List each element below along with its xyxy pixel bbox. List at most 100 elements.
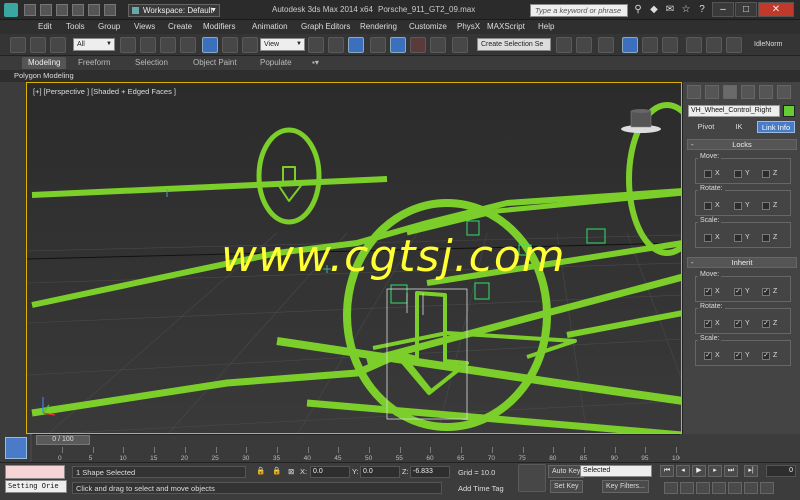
hierarchy-tab-icon[interactable] [723, 85, 737, 99]
save-file-icon[interactable] [56, 4, 68, 16]
rendered-frame-window-icon[interactable] [726, 37, 742, 53]
select-link-icon[interactable] [10, 37, 26, 53]
tab-modeling[interactable]: Modeling [22, 57, 67, 69]
play-icon[interactable]: ▶ [692, 465, 706, 477]
menu-physx[interactable]: PhysX [457, 22, 480, 31]
edit-named-selection-icon[interactable] [452, 37, 468, 53]
inherit-rotate-z-checkbox[interactable]: ✓ [762, 320, 770, 328]
tab-object-paint[interactable]: Object Paint [193, 57, 237, 69]
polygon-modeling-panel[interactable]: Polygon Modeling [14, 71, 74, 80]
menu-help[interactable]: Help [538, 22, 554, 31]
perspective-viewport[interactable]: [+] [Perspective ] [Shaded + Edged Faces… [26, 82, 682, 434]
minimize-button[interactable]: – [712, 2, 734, 17]
lock-rotate-z-checkbox[interactable] [762, 202, 770, 210]
favorites-icon[interactable]: ☆ [680, 4, 692, 16]
lock-move-x-checkbox[interactable] [704, 170, 712, 178]
key-mode-toggle-icon[interactable]: ▸| [744, 465, 758, 477]
maxscript-listener[interactable] [5, 465, 65, 479]
link-info-button[interactable]: Link Info [757, 121, 795, 133]
menu-customize[interactable]: Customize [409, 22, 447, 31]
field-of-view-icon[interactable] [712, 482, 726, 494]
absolute-mode-icon[interactable]: ⊠ [288, 467, 294, 476]
utilities-tab-icon[interactable] [777, 85, 791, 99]
lock-rotate-x-checkbox[interactable] [704, 202, 712, 210]
zoom-icon[interactable] [664, 482, 678, 494]
menu-create[interactable]: Create [168, 22, 192, 31]
y-coordinate-field[interactable]: 0.0 [360, 466, 400, 478]
next-frame-icon[interactable]: ▸ [708, 465, 722, 477]
maxscript-mini-field[interactable]: Setting Orie [5, 480, 67, 493]
inherit-move-y-checkbox[interactable]: ✓ [734, 288, 742, 296]
schematic-view-icon[interactable] [662, 37, 678, 53]
tab-selection[interactable]: Selection [135, 57, 168, 69]
zoom-extents-icon[interactable] [696, 482, 710, 494]
toggle-scene-explorer-icon[interactable] [598, 37, 614, 53]
lock-scale-x-checkbox[interactable] [704, 234, 712, 242]
lock-scale-y-checkbox[interactable] [734, 234, 742, 242]
menu-tools[interactable]: Tools [66, 22, 85, 31]
select-and-move-icon[interactable] [202, 37, 218, 53]
ik-button[interactable]: IK [727, 121, 751, 133]
redo-icon[interactable] [88, 4, 100, 16]
select-object-icon[interactable] [120, 37, 136, 53]
menu-animation[interactable]: Animation [252, 22, 288, 31]
help-icon[interactable]: ? [696, 4, 708, 16]
rectangular-selection-icon[interactable] [160, 37, 176, 53]
current-frame-field[interactable]: 0 [766, 465, 796, 477]
unlink-icon[interactable] [30, 37, 46, 53]
add-time-tag[interactable]: Add Time Tag [458, 484, 504, 493]
reference-coordinate-dropdown[interactable]: View ▼ [260, 38, 305, 51]
inherit-move-x-checkbox[interactable]: ✓ [704, 288, 712, 296]
isolate-icon[interactable]: 🔒 [256, 466, 265, 475]
object-color-swatch[interactable] [783, 105, 795, 117]
toggle-layer-explorer-icon[interactable] [622, 37, 638, 53]
binoculars-icon[interactable]: ⚲ [632, 4, 644, 16]
display-tab-icon[interactable] [759, 85, 773, 99]
selection-lock-icon[interactable]: 🔒 [272, 466, 281, 475]
maximize-button[interactable]: □ [735, 2, 757, 17]
locks-rollout-header[interactable]: - Locks [687, 139, 797, 150]
inherit-rotate-x-checkbox[interactable]: ✓ [704, 320, 712, 328]
app-logo-icon[interactable] [4, 3, 18, 17]
mirror-icon[interactable] [556, 37, 572, 53]
subscription-icon[interactable]: ◆ [648, 4, 660, 16]
inherit-move-z-checkbox[interactable]: ✓ [762, 288, 770, 296]
percent-snap-icon[interactable] [410, 37, 426, 53]
spinner-snap-icon[interactable] [430, 37, 446, 53]
select-by-name-icon[interactable] [140, 37, 156, 53]
inherit-rollout-header[interactable]: - Inherit [687, 257, 797, 268]
ribbon-options-icon[interactable]: ▪▾ [312, 57, 319, 69]
inherit-scale-y-checkbox[interactable]: ✓ [734, 352, 742, 360]
key-mode-dropdown[interactable]: Selected [580, 465, 652, 477]
named-selection-dropdown[interactable]: Create Selection Se [477, 38, 551, 51]
menu-views[interactable]: Views [134, 22, 155, 31]
mini-curve-editor-icon[interactable] [5, 437, 27, 459]
inherit-scale-x-checkbox[interactable]: ✓ [704, 352, 712, 360]
select-and-scale-icon[interactable] [242, 37, 258, 53]
inherit-scale-z-checkbox[interactable]: ✓ [762, 352, 770, 360]
menu-group[interactable]: Group [98, 22, 120, 31]
x-coordinate-field[interactable]: 0.0 [310, 466, 350, 478]
project-folder-icon[interactable] [104, 4, 116, 16]
time-slider-track[interactable] [32, 434, 680, 446]
render-setup-icon[interactable] [706, 37, 722, 53]
set-key-button[interactable]: Set Key [550, 480, 583, 493]
menu-graph-editors[interactable]: Graph Editors [301, 22, 350, 31]
set-key-big-icon[interactable] [518, 464, 546, 492]
orbit-icon[interactable] [744, 482, 758, 494]
tab-populate[interactable]: Populate [260, 57, 292, 69]
search-input[interactable]: Type a keyword or phrase [530, 4, 628, 17]
curve-editor-icon[interactable] [642, 37, 658, 53]
modify-tab-icon[interactable] [705, 85, 719, 99]
new-file-icon[interactable] [24, 4, 36, 16]
select-and-rotate-icon[interactable] [222, 37, 238, 53]
auto-key-button[interactable]: Auto Key [548, 465, 585, 478]
lock-move-z-checkbox[interactable] [762, 170, 770, 178]
lock-scale-z-checkbox[interactable] [762, 234, 770, 242]
go-to-start-icon[interactable]: ⏮ [660, 465, 674, 477]
close-button[interactable]: ✕ [758, 2, 794, 17]
undo-icon[interactable] [72, 4, 84, 16]
bind-space-warp-icon[interactable] [50, 37, 66, 53]
menu-rendering[interactable]: Rendering [360, 22, 397, 31]
angle-snap-icon[interactable] [390, 37, 406, 53]
